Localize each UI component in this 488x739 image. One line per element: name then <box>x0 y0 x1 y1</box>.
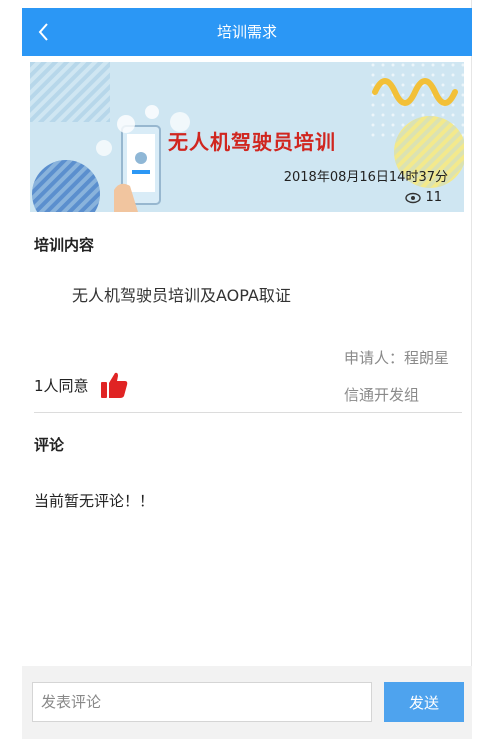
header-bar: 培训需求 <box>22 8 472 56</box>
content-text: 无人机驾驶员培训及AOPA取证 <box>72 286 291 305</box>
divider <box>34 412 462 413</box>
send-button[interactable]: 发送 <box>384 682 464 722</box>
page: 培训需求 无人机驾驶员培训 2018年08月16日14时37分 11 培训内容 … <box>0 0 472 739</box>
banner-image: 无人机驾驶员培训 2018年08月16日14时37分 11 <box>30 62 464 212</box>
thumbs-up-icon[interactable] <box>99 370 129 400</box>
comment-input[interactable] <box>32 682 372 722</box>
comments-section-title: 评论 <box>34 436 65 454</box>
view-count-value: 11 <box>425 190 442 205</box>
comment-bar: 发送 <box>22 666 472 739</box>
content-section-title: 培训内容 <box>34 236 95 254</box>
banner-title: 无人机驾驶员培训 <box>168 130 336 154</box>
applicant-label: 申请人：程朗星 <box>344 349 450 367</box>
publish-date: 2018年08月16日14时37分 <box>283 170 448 185</box>
page-title: 培训需求 <box>216 23 277 41</box>
group-label: 信通开发组 <box>344 386 420 404</box>
eye-icon <box>405 192 422 203</box>
agree-count: 1人同意 <box>34 370 129 400</box>
agree-text: 1人同意 <box>34 376 89 395</box>
view-count: 11 <box>405 190 442 205</box>
empty-comments-text: 当前暂无评论！！ <box>34 492 155 510</box>
